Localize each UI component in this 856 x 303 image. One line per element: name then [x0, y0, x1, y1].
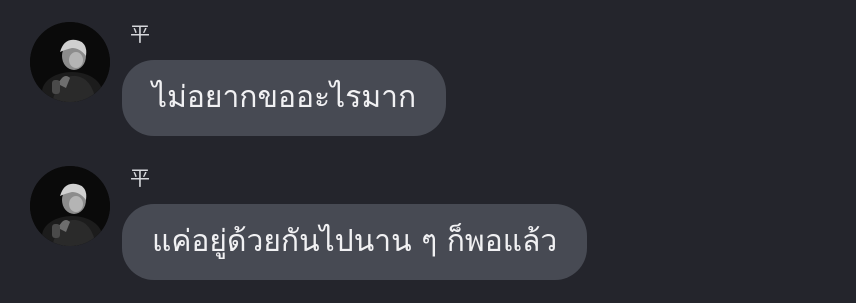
sender-name: 平 — [130, 22, 150, 46]
sender-avatar[interactable] — [30, 22, 110, 102]
message-bubble[interactable]: ไม่อยากขออะไรมาก — [122, 60, 447, 136]
profile-photo-icon — [30, 22, 110, 102]
profile-photo-icon — [30, 166, 110, 246]
sender-avatar[interactable] — [30, 166, 110, 246]
chat-message: 平 ไม่อยากขออะไรมาก — [0, 0, 856, 150]
sender-name: 平 — [130, 166, 150, 190]
message-bubble[interactable]: แค่อยู่ด้วยกันไปนาน ๆ ก็พอแล้ว — [122, 204, 588, 280]
chat-message: 平 แค่อยู่ด้วยกันไปนาน ๆ ก็พอแล้ว — [0, 144, 856, 303]
